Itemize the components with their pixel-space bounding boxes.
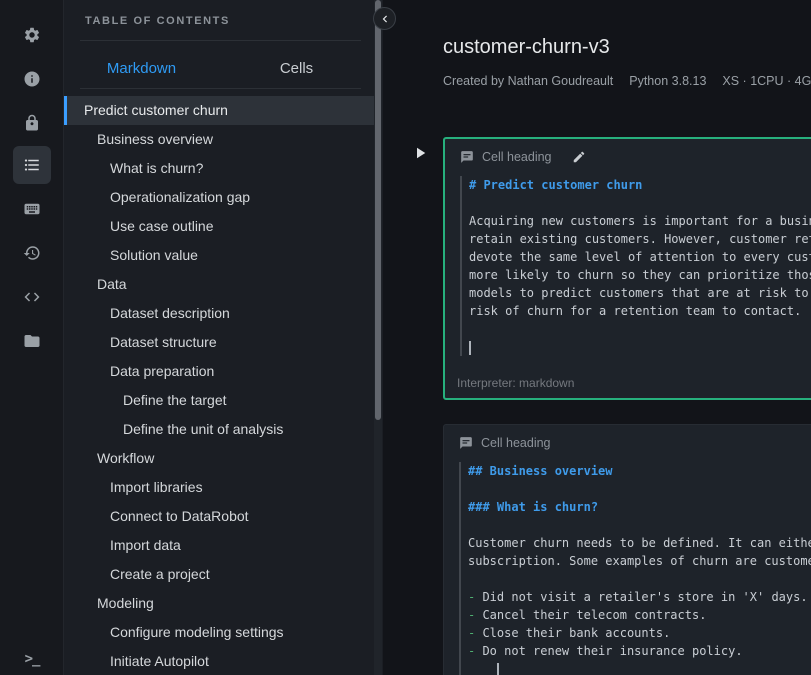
markdown-bullet-line: - Did not visit a retailer's store in 'X…	[468, 588, 811, 606]
toc-item[interactable]: Modeling	[64, 589, 377, 618]
cell-heading-label: Cell heading	[481, 436, 551, 450]
markdown-text-line: models to predict customers that are at …	[469, 284, 811, 302]
edit-pencil-icon[interactable]	[572, 150, 586, 164]
interpreter-label: Interpreter: markdown	[457, 376, 574, 390]
markdown-text-line: Acquiring new customers is important for…	[469, 212, 811, 230]
list-icon	[23, 156, 41, 174]
toc-item[interactable]: Data preparation	[64, 357, 377, 386]
rail-lock-icon[interactable]	[13, 104, 51, 142]
run-cell-button[interactable]	[410, 143, 430, 163]
text-cursor	[497, 663, 499, 675]
created-by: Created by Nathan Goudreault	[443, 74, 613, 88]
markdown-text-line: devote the same level of attention to ev…	[469, 248, 811, 266]
terminal-icon: >_	[25, 651, 40, 667]
resources-badge: XS · 1CPU · 4GB	[722, 74, 811, 88]
notebook-title: customer-churn-v3	[443, 36, 610, 59]
chevron-left-icon	[378, 12, 392, 26]
toc-item[interactable]: Predict customer churn	[64, 96, 377, 125]
rail-info-icon[interactable]	[13, 60, 51, 98]
toc-item[interactable]: Solution value	[64, 241, 377, 270]
settings-icon	[23, 26, 41, 44]
toc-item[interactable]: Import libraries	[64, 473, 377, 502]
markdown-heading-line: ## Business overview	[468, 462, 811, 480]
markdown-text-line: more likely to churn so they can priorit…	[469, 266, 811, 284]
keyboard-icon	[23, 200, 41, 218]
rail-terminal-icon[interactable]: >_	[13, 640, 51, 675]
markdown-text-line: subscription. Some examples of churn are…	[468, 552, 811, 570]
toc-item[interactable]: Operationalization gap	[64, 183, 377, 212]
comment-icon	[460, 150, 474, 164]
tab-cells[interactable]: Cells	[219, 48, 374, 88]
rail-folder-icon[interactable]	[13, 322, 51, 360]
markdown-heading-line: # Predict customer churn	[469, 176, 811, 194]
toc-panel: TABLE OF CONTENTS MarkdownCells Predict …	[64, 0, 383, 675]
toc-list[interactable]: Predict customer churnBusiness overviewW…	[64, 96, 377, 675]
info-icon	[23, 70, 41, 88]
toc-item[interactable]: Define the target	[64, 386, 377, 415]
blank-line	[469, 320, 811, 338]
notebook-main: customer-churn-v3 Created by Nathan Goud…	[383, 0, 811, 675]
markdown-text-line: Customer churn needs to be defined. It c…	[468, 534, 811, 552]
cell-header: Cell heading	[445, 139, 811, 164]
toc-item[interactable]: Use case outline	[64, 212, 377, 241]
toc-tabs: MarkdownCells	[64, 48, 374, 88]
toc-item[interactable]: Business overview	[64, 125, 377, 154]
text-cursor-line	[468, 660, 811, 675]
blank-line	[469, 194, 811, 212]
icon-rail: >_	[0, 0, 64, 675]
text-cursor	[469, 341, 471, 355]
blank-line	[468, 570, 811, 588]
toc-item[interactable]: Data	[64, 270, 377, 299]
markdown-bullet-line: - Cancel their telecom contracts.	[468, 606, 811, 624]
python-version: Python 3.8.13	[629, 74, 706, 88]
rail-keyboard-icon[interactable]	[13, 190, 51, 228]
markdown-editor[interactable]: # Predict customer churn Acquiring new c…	[460, 176, 811, 356]
toc-item[interactable]: Initiate Autopilot	[64, 647, 377, 675]
rail-code-icon[interactable]	[13, 278, 51, 316]
rail-history-icon[interactable]	[13, 234, 51, 272]
toc-item[interactable]: Dataset description	[64, 299, 377, 328]
app-window: >_ TABLE OF CONTENTS MarkdownCells Predi…	[0, 0, 811, 675]
markdown-text-line: retain existing customers. However, cust…	[469, 230, 811, 248]
divider	[80, 40, 361, 41]
markdown-text-line: risk of churn for a retention team to co…	[469, 302, 811, 320]
blank-line	[468, 516, 811, 534]
lock-icon	[23, 114, 41, 132]
toc-item[interactable]: Create a project	[64, 560, 377, 589]
toc-item[interactable]: Import data	[64, 531, 377, 560]
text-cursor-line	[469, 338, 811, 356]
folder-icon	[23, 332, 41, 350]
toc-item[interactable]: What is churn?	[64, 154, 377, 183]
rail-settings-icon[interactable]	[13, 16, 51, 54]
markdown-bullet-line: - Do not renew their insurance policy.	[468, 642, 811, 660]
notebook-cell[interactable]: Cell heading # Predict customer churn Ac…	[443, 137, 811, 400]
toc-scrollbar[interactable]	[374, 0, 382, 675]
history-icon	[23, 244, 41, 262]
play-icon	[411, 144, 429, 162]
blank-line	[468, 480, 811, 498]
markdown-editor[interactable]: ## Business overview ### What is churn? …	[459, 462, 811, 675]
toc-item[interactable]: Configure modeling settings	[64, 618, 377, 647]
code-icon	[23, 288, 41, 306]
divider	[80, 88, 361, 89]
toc-item[interactable]: Connect to DataRobot	[64, 502, 377, 531]
notebook-cell[interactable]: Cell heading ## Business overview ### Wh…	[443, 424, 811, 675]
toc-panel-title: TABLE OF CONTENTS	[85, 15, 230, 27]
toc-item[interactable]: Dataset structure	[64, 328, 377, 357]
toc-scrollbar-thumb[interactable]	[375, 0, 381, 420]
rail-list-icon[interactable]	[13, 146, 51, 184]
tab-markdown[interactable]: Markdown	[64, 48, 219, 88]
cell-header: Cell heading	[444, 425, 811, 450]
toc-item[interactable]: Workflow	[64, 444, 377, 473]
toc-item[interactable]: Define the unit of analysis	[64, 415, 377, 444]
cell-heading-label: Cell heading	[482, 150, 552, 164]
markdown-heading-line: ### What is churn?	[468, 498, 811, 516]
notebook-meta: Created by Nathan Goudreault Python 3.8.…	[443, 74, 811, 88]
markdown-bullet-line: - Close their bank accounts.	[468, 624, 811, 642]
collapse-panel-button[interactable]	[373, 7, 396, 30]
comment-icon	[459, 436, 473, 450]
